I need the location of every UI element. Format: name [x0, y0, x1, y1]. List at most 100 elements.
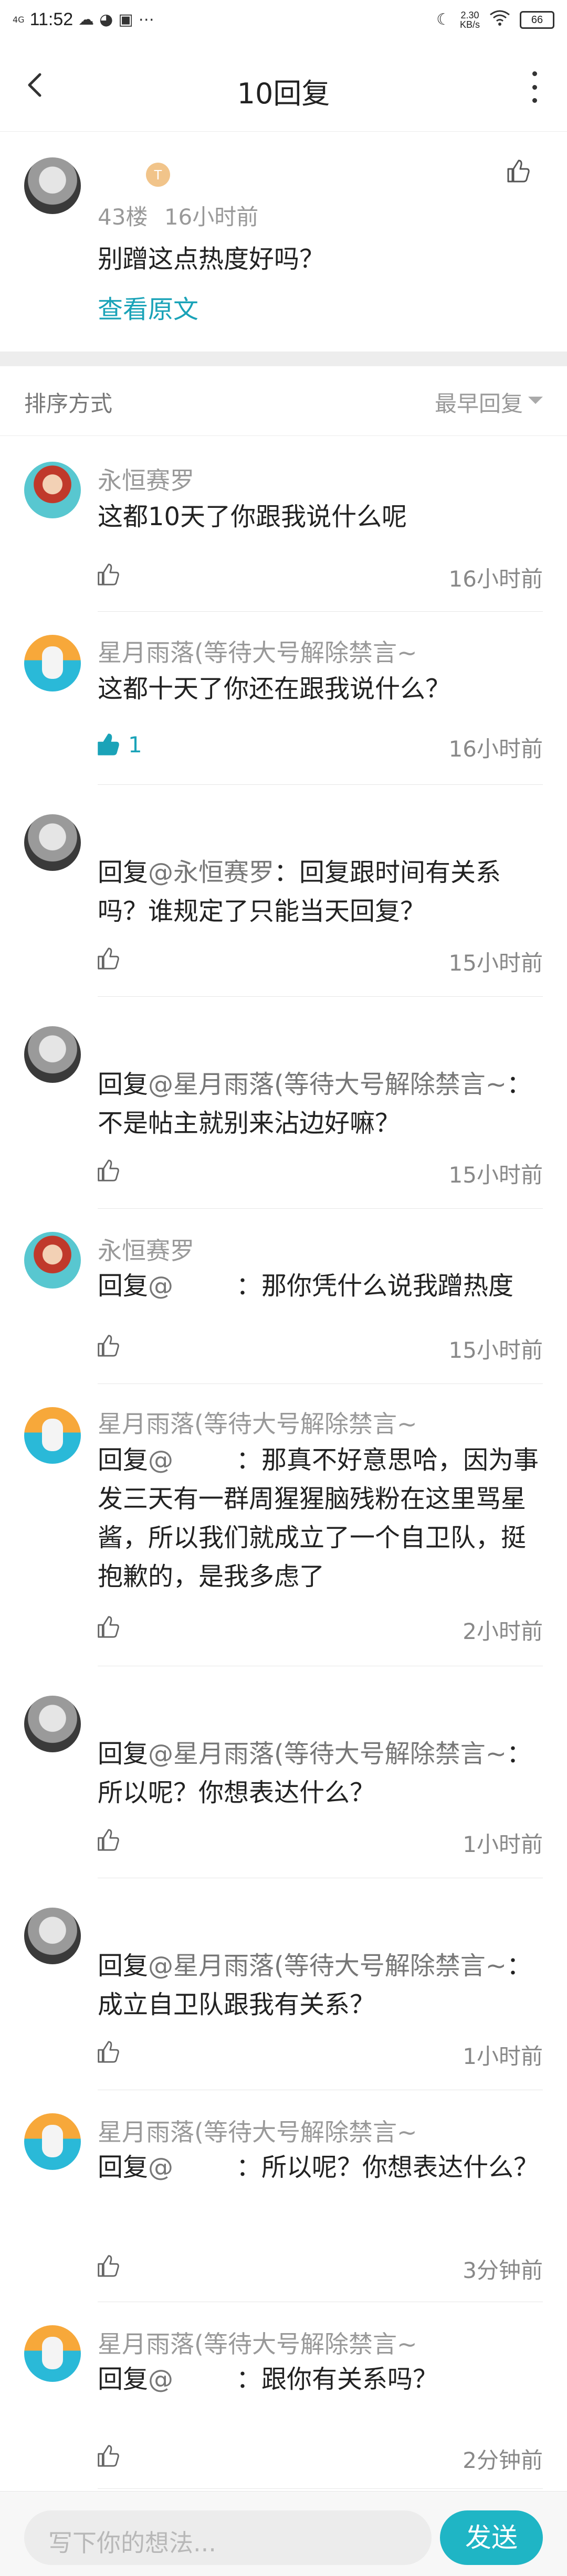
avatar[interactable]	[24, 157, 81, 214]
avatar[interactable]	[24, 1908, 81, 1964]
original-post: T 43楼 16小时前 别蹭这点热度好吗？ 查看原文	[0, 131, 567, 352]
avatar[interactable]	[24, 2325, 81, 2382]
avatar[interactable]	[24, 635, 81, 691]
reply-item[interactable]: 星月雨落(等待大号解除禁言~ 回复@ ：那真不好意思哈，因为事发三天有一群周猩猩脑残…	[0, 1384, 567, 1666]
reply-username[interactable]: 永恒赛罗	[98, 1232, 194, 1266]
more-options-button[interactable]	[531, 71, 538, 103]
post-time: 16小时前	[164, 204, 259, 230]
thumbs-up-icon	[98, 2255, 119, 2277]
like-button[interactable]	[94, 2253, 128, 2279]
reply-text: 这都10天了你跟我说什么呢	[98, 497, 544, 536]
reply-mention[interactable]: @	[148, 2365, 173, 2394]
reply-text: 回复@星月雨落(等待大号解除禁言~：所以呢？你想表达什么？	[98, 1734, 544, 1812]
notification-icon: ▣	[118, 10, 133, 29]
reply-item[interactable]: 永恒赛罗 回复@ ：那你凭什么说我蹭热度 15小时前	[0, 1209, 567, 1384]
avatar[interactable]	[24, 2113, 81, 2170]
thumbs-up-icon	[98, 563, 119, 586]
like-button[interactable]	[94, 1333, 128, 1359]
reply-prefix: 回复	[98, 858, 149, 887]
avatar[interactable]	[24, 1232, 81, 1289]
reply-mention[interactable]: @	[148, 1271, 173, 1301]
thumbs-up-icon	[98, 733, 119, 755]
reply-time: 16小时前	[448, 736, 543, 762]
page-title: 10回复	[237, 77, 330, 110]
thumbs-up-icon	[98, 2041, 119, 2063]
reply-text: 回复@ ：所以呢？你想表达什么？	[98, 2148, 544, 2187]
reply-item[interactable]: 星月雨落(等待大号解除禁言~ 回复@ ：跟你有关系吗？ 2分钟前	[0, 2302, 567, 2489]
reply-mention[interactable]: @	[148, 1445, 173, 1475]
reply-separator	[98, 2488, 543, 2489]
like-button[interactable]	[94, 2443, 128, 2469]
reply-body: 这都10天了你跟我说什么呢	[98, 502, 407, 531]
avatar[interactable]	[24, 1696, 81, 1752]
signal-icon: 4G	[13, 14, 25, 25]
send-button[interactable]: 发送	[440, 2510, 543, 2565]
reply-item[interactable]: 永恒赛罗 这都10天了你跟我说什么呢 16小时前	[0, 435, 567, 612]
reply-item[interactable]: 回复@星月雨落(等待大号解除禁言~：不是帖主就别来沾边好嘛？ 15小时前	[0, 997, 567, 1209]
like-button[interactable]	[94, 561, 128, 588]
like-count: 1	[128, 731, 142, 758]
reply-mention[interactable]: @永恒赛罗	[148, 858, 274, 887]
reply-username[interactable]: 星月雨落(等待大号解除禁言~	[98, 2113, 417, 2148]
sort-label: 排序方式	[24, 391, 113, 417]
post-text: 别蹭这点热度好吗？	[98, 244, 325, 274]
network-speed: 2.30 KB/s	[460, 10, 480, 29]
reply-text: 这都十天了你还在跟我说什么？	[98, 669, 544, 708]
avatar[interactable]	[24, 462, 81, 518]
reply-mention[interactable]: @星月雨落(等待大号解除禁言~	[148, 1951, 507, 1981]
title-bar: 10回复	[0, 44, 567, 132]
comment-input[interactable]: 写下你的想法...	[24, 2510, 432, 2565]
like-button[interactable]	[94, 2039, 128, 2065]
like-button[interactable]	[504, 157, 531, 185]
avatar[interactable]	[24, 1407, 81, 1464]
section-divider	[0, 352, 567, 366]
floor-number: 43楼	[98, 204, 148, 230]
thumbs-up-icon	[98, 1159, 119, 1181]
reply-time: 1小时前	[463, 2043, 543, 2069]
reply-time: 2分钟前	[463, 2447, 543, 2473]
reply-body: ：那你凭什么说我蹭热度	[236, 1271, 514, 1301]
reply-text: 回复@ ：那真不好意思哈，因为事发三天有一群周猩猩脑残粉在这里骂星酱，所以我们就成…	[98, 1441, 544, 1596]
reply-prefix: 回复	[98, 1070, 149, 1099]
status-bar: 4G 11:52 ☁ ◕ ▣ ⋯ ☾ 2.30 KB/s 66	[0, 0, 567, 44]
reply-prefix: 回复	[98, 1739, 149, 1769]
like-button[interactable]	[94, 1614, 128, 1640]
sort-dropdown[interactable]: 最早回复	[435, 386, 523, 418]
reply-item[interactable]: 星月雨落(等待大号解除禁言~ 这都十天了你还在跟我说什么？ 1 16小时前	[0, 612, 567, 785]
composer-bar: 写下你的想法... 发送	[0, 2491, 567, 2576]
post-meta: 43楼 16小时前	[98, 199, 258, 231]
reply-mention[interactable]: @星月雨落(等待大号解除禁言~	[148, 1739, 507, 1769]
reply-time: 3分钟前	[463, 2258, 543, 2283]
like-button[interactable]	[94, 1157, 128, 1184]
reply-text: 回复@永恒赛罗：回复跟时间有关系吗？谁规定了只能当天回复？	[98, 853, 544, 931]
reply-mention[interactable]: @	[148, 2153, 173, 2182]
reply-username[interactable]: 星月雨落(等待大号解除禁言~	[98, 1405, 417, 1440]
avatar[interactable]	[24, 1026, 81, 1083]
reply-username[interactable]: 星月雨落(等待大号解除禁言~	[98, 2325, 417, 2360]
thumbs-up-icon	[507, 159, 530, 183]
thumbs-up-icon	[98, 948, 119, 970]
reply-mention[interactable]: @星月雨落(等待大号解除禁言~	[148, 1070, 507, 1099]
thumbs-up-icon	[98, 1616, 119, 1638]
cloud-icon: ☁	[78, 10, 94, 29]
reply-item[interactable]: 回复@星月雨落(等待大号解除禁言~：所以呢？你想表达什么？ 1小时前	[0, 1666, 567, 1878]
more-icon-dot	[532, 98, 537, 103]
view-original-link[interactable]: 查看原文	[98, 289, 198, 325]
reply-item[interactable]: 回复@永恒赛罗：回复跟时间有关系吗？谁规定了只能当天回复？ 15小时前	[0, 785, 567, 997]
reply-username[interactable]: 永恒赛罗	[98, 462, 194, 496]
reply-body: ：跟你有关系吗？	[236, 2365, 438, 2394]
reply-prefix: 回复	[98, 2365, 149, 2394]
reply-text: 回复@ ：那你凭什么说我蹭热度	[98, 1266, 544, 1305]
avatar[interactable]	[24, 814, 81, 871]
caret-down-icon[interactable]	[528, 397, 543, 404]
battery-icon: 66	[520, 11, 554, 29]
speed-value: 2.30	[460, 10, 479, 20]
reply-text: 回复@ ：跟你有关系吗？	[98, 2360, 544, 2399]
like-button[interactable]: 1	[94, 731, 142, 758]
like-button[interactable]	[94, 945, 128, 972]
reply-username[interactable]: 星月雨落(等待大号解除禁言~	[98, 634, 417, 668]
wifi-icon	[489, 9, 510, 30]
reply-item[interactable]: 星月雨落(等待大号解除禁言~ 回复@ ：所以呢？你想表达什么？ 3分钟前	[0, 2090, 567, 2302]
like-button[interactable]	[94, 1827, 128, 1853]
reply-item[interactable]: 回复@星月雨落(等待大号解除禁言~：成立自卫队跟我有关系？ 1小时前	[0, 1878, 567, 2090]
